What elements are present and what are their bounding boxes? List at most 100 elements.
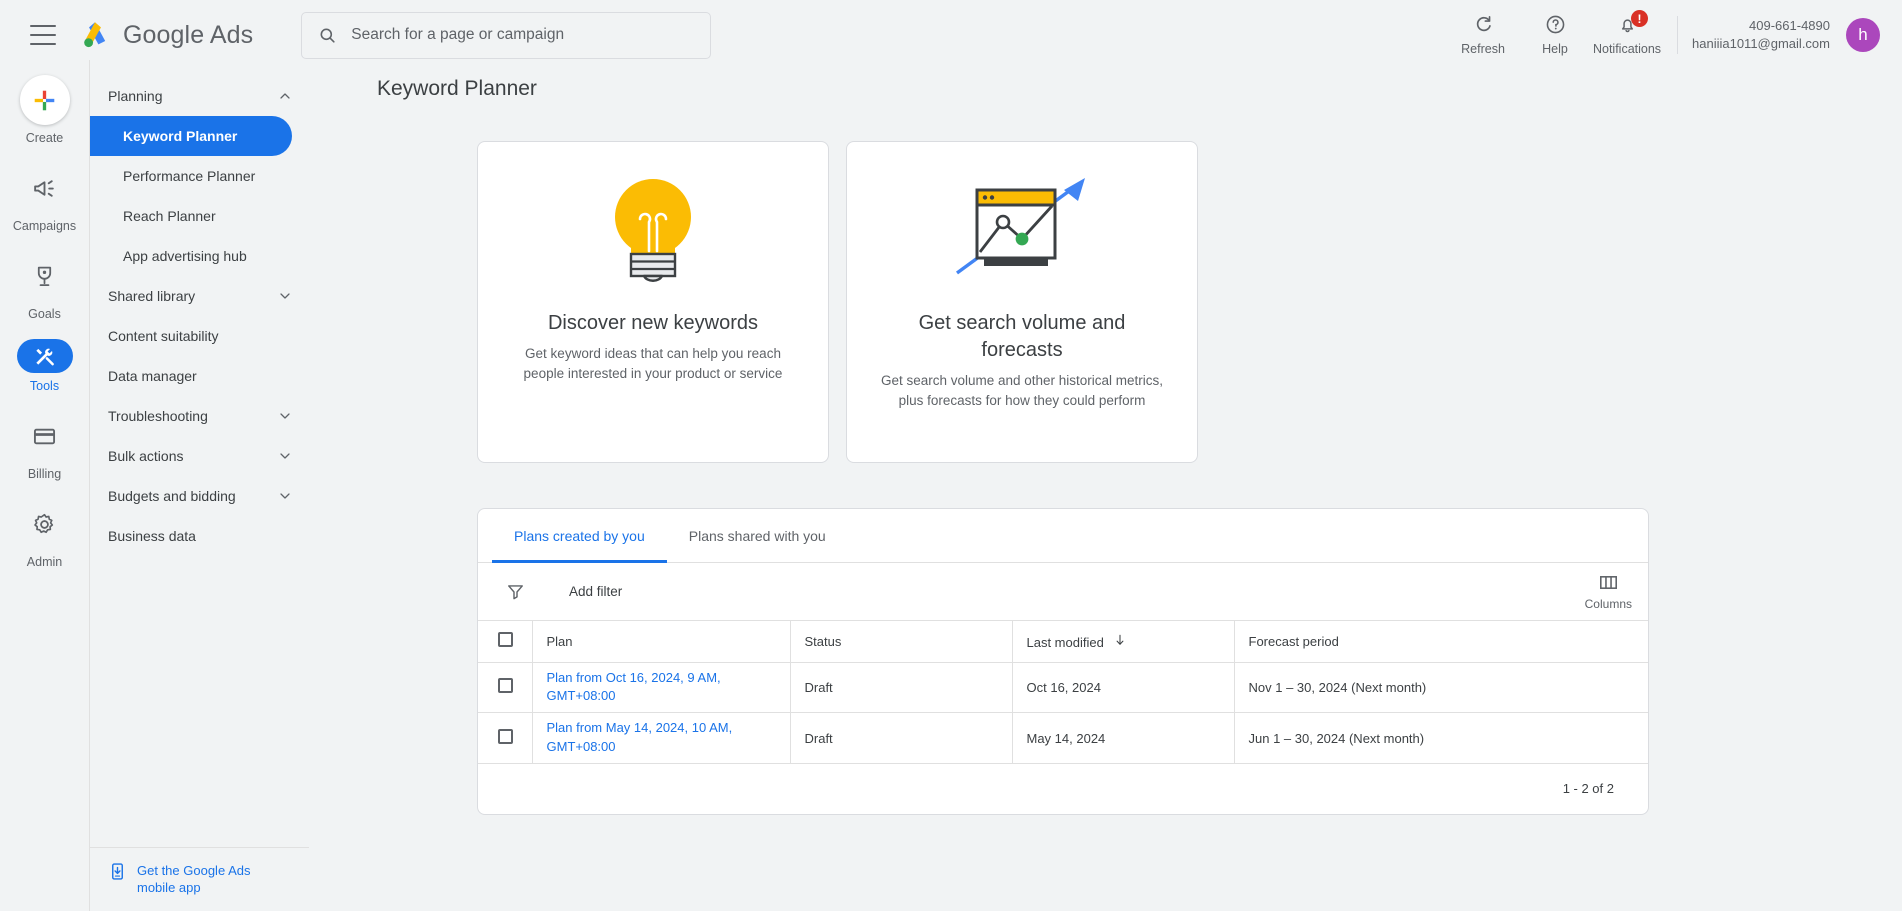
row-plan-cell: Plan from Oct 16, 2024, 9 AM, GMT+08:00 xyxy=(532,662,791,714)
gear-icon-wrap xyxy=(20,499,70,549)
card-desc-forecasts: Get search volume and other historical m… xyxy=(880,373,1164,408)
sidebar-group-shared-library[interactable]: Shared library xyxy=(90,276,309,316)
sidebar-item-keyword-planner-wrap: Keyword Planner xyxy=(90,116,309,156)
tools-pill xyxy=(16,339,73,373)
add-filter-button[interactable]: Add filter xyxy=(569,584,622,599)
sidebar-label-bulk-actions: Bulk actions xyxy=(108,448,184,464)
rail-item-tools[interactable]: Tools xyxy=(0,339,89,393)
help-label: Help xyxy=(1542,42,1568,56)
brand-text: Google Ads xyxy=(123,20,254,49)
search-placeholder: Search for a page or campaign xyxy=(351,26,565,43)
rail-item-billing[interactable]: Billing xyxy=(0,411,89,481)
header-last-modified-label: Last modified xyxy=(1026,634,1104,650)
credit-card-icon-wrap xyxy=(20,411,70,461)
divider xyxy=(1677,16,1679,54)
sidebar-group-planning[interactable]: Planning xyxy=(90,76,309,116)
help-icon xyxy=(1546,15,1564,34)
sidebar-group-troubleshooting[interactable]: Troubleshooting xyxy=(90,396,309,436)
sidebar-label-content-suitability: Content suitability xyxy=(108,328,219,344)
row-checkbox-cell[interactable] xyxy=(478,712,533,764)
plus-icon xyxy=(34,90,55,110)
chevron-down-icon xyxy=(280,493,290,499)
mobile-download-icon xyxy=(112,863,123,880)
sidebar-item-reach-planner[interactable]: Reach Planner xyxy=(90,196,309,236)
rail-item-create[interactable]: Create xyxy=(0,75,89,145)
sidebar-group-budgets-and-bidding[interactable]: Budgets and bidding xyxy=(90,476,309,516)
rail-label-campaigns: Campaigns xyxy=(12,219,77,233)
plans-table-body: Plan from Oct 16, 2024, 9 AM, GMT+08:00 … xyxy=(478,662,1648,764)
gear-icon xyxy=(34,513,54,533)
rail-item-goals[interactable]: Goals xyxy=(0,251,89,321)
select-all-checkbox[interactable] xyxy=(498,632,513,648)
mobile-app-link[interactable]: Get the Google Ads mobile app xyxy=(90,846,310,911)
refresh-button[interactable]: Refresh xyxy=(1447,14,1519,56)
sidebar: Planning Keyword Planner Performance Pla… xyxy=(89,60,310,911)
megaphone-icon-wrap xyxy=(20,163,70,213)
create-circle xyxy=(19,75,70,125)
row-forecast-period-cell: Jun 1 – 30, 2024 (Next month) xyxy=(1234,712,1648,764)
sidebar-label-data-manager: Data manager xyxy=(108,368,197,384)
hamburger-icon[interactable] xyxy=(30,25,56,45)
notifications-button[interactable]: ! Notifications xyxy=(1591,10,1663,56)
sidebar-item-data-manager[interactable]: Data manager xyxy=(90,356,309,396)
brand-logo[interactable]: Google Ads xyxy=(78,18,253,52)
sidebar-item-performance-planner[interactable]: Performance Planner xyxy=(90,156,309,196)
sidebar-label-troubleshooting: Troubleshooting xyxy=(108,408,208,424)
row-status-cell: Draft xyxy=(790,662,1013,714)
columns-icon xyxy=(1599,576,1617,589)
google-ads-logo-icon xyxy=(84,22,106,48)
avatar[interactable]: h xyxy=(1846,18,1880,52)
plan-link[interactable]: Plan from May 14, 2024, 10 AM, GMT+08:00 xyxy=(547,720,733,754)
header-last-modified[interactable]: Last modified xyxy=(1012,621,1235,663)
chevron-down-icon xyxy=(280,453,290,459)
rail-label-billing: Billing xyxy=(27,467,62,481)
card-get-search-volume-and-forecasts[interactable]: Get search volume and forecasts Get sear… xyxy=(846,141,1198,463)
table-row[interactable]: Plan from May 14, 2024, 10 AM, GMT+08:00… xyxy=(478,712,1648,764)
header-status[interactable]: Status xyxy=(790,621,1013,663)
rail-item-admin[interactable]: Admin xyxy=(0,499,89,569)
sidebar-item-content-suitability[interactable]: Content suitability xyxy=(90,316,309,356)
sidebar-item-app-advertising-hub[interactable]: App advertising hub xyxy=(90,236,309,276)
tab-plans-created-by-you[interactable]: Plans created by you xyxy=(492,509,667,563)
help-button[interactable]: Help xyxy=(1519,14,1591,56)
lightbulb-icon xyxy=(615,178,691,282)
rail-label-create: Create xyxy=(25,131,64,145)
header-select-all[interactable] xyxy=(478,621,533,663)
sidebar-label-planning: Planning xyxy=(108,88,163,104)
row-checkbox-cell[interactable] xyxy=(478,662,533,714)
plan-link[interactable]: Plan from Oct 16, 2024, 9 AM, GMT+08:00 xyxy=(547,670,721,704)
sidebar-label-shared-library: Shared library xyxy=(108,288,196,304)
rail-label-admin: Admin xyxy=(26,555,63,569)
top-right-actions: Refresh Help ! Notifications 409-661-489… xyxy=(1447,10,1880,56)
columns-button[interactable]: Columns xyxy=(1585,572,1632,611)
search-input[interactable]: Search for a page or campaign xyxy=(301,11,712,59)
header-plan[interactable]: Plan xyxy=(532,621,791,663)
row-last-modified-cell: May 14, 2024 xyxy=(1012,712,1235,764)
row-checkbox[interactable] xyxy=(498,729,513,745)
account-info[interactable]: 409-661-4890 haniiia1011@gmail.com xyxy=(1692,17,1830,52)
credit-card-icon xyxy=(33,428,56,444)
chevron-down-icon xyxy=(280,293,290,299)
search-icon xyxy=(320,28,335,43)
chevron-up-icon xyxy=(280,93,290,99)
card-desc-discover: Get keyword ideas that can help you reac… xyxy=(523,346,783,381)
table-header-row: Plan Status Last modified Forecast perio… xyxy=(478,621,1648,663)
feature-cards: Discover new keywords Get keyword ideas … xyxy=(477,141,1902,463)
sidebar-item-business-data[interactable]: Business data xyxy=(90,516,309,556)
plans-table-head: Plan Status Last modified Forecast perio… xyxy=(478,621,1648,663)
sidebar-label-performance-planner: Performance Planner xyxy=(123,168,256,184)
sidebar-group-bulk-actions[interactable]: Bulk actions xyxy=(90,436,309,476)
chevron-down-icon xyxy=(280,413,290,419)
sidebar-label-keyword-planner: Keyword Planner xyxy=(123,128,238,144)
tab-plans-shared-with-you[interactable]: Plans shared with you xyxy=(667,509,848,563)
trophy-icon-wrap xyxy=(20,251,70,301)
row-checkbox[interactable] xyxy=(498,678,513,694)
main-content: Keyword Planner Discover new keywords Ge… xyxy=(309,60,1902,911)
card-discover-new-keywords[interactable]: Discover new keywords Get keyword ideas … xyxy=(477,141,829,463)
filter-icon[interactable] xyxy=(506,582,525,601)
rail-item-campaigns[interactable]: Campaigns xyxy=(0,163,89,233)
sidebar-item-keyword-planner[interactable]: Keyword Planner xyxy=(90,116,292,156)
sidebar-label-reach-planner: Reach Planner xyxy=(123,208,216,224)
header-forecast-period[interactable]: Forecast period xyxy=(1234,621,1648,663)
table-row[interactable]: Plan from Oct 16, 2024, 9 AM, GMT+08:00 … xyxy=(478,662,1648,714)
